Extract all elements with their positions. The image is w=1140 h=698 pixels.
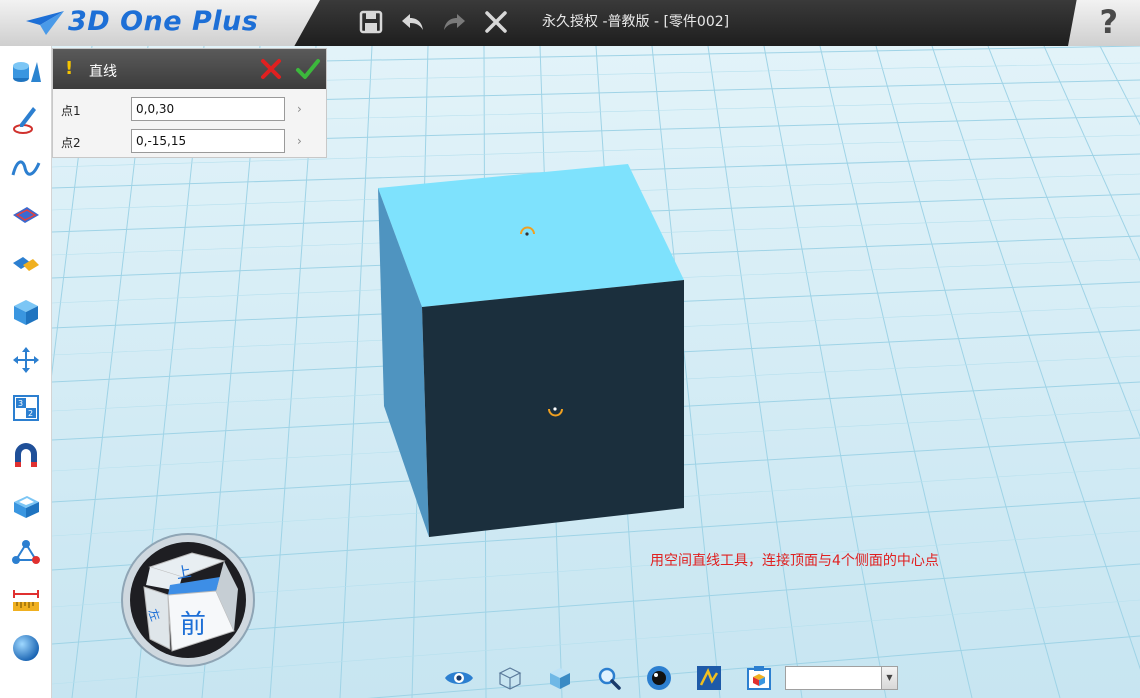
help-area: ? [1068,0,1140,46]
pattern-button[interactable] [8,534,44,570]
zoom-button[interactable] [594,664,624,692]
shell-button[interactable] [8,488,44,524]
svg-text:2: 2 [28,409,33,418]
cancel-button[interactable] [259,57,283,81]
special-function-icon [14,300,38,325]
warning-icon: ! [65,58,74,79]
command-title: 直线 [89,64,117,80]
move-icon [13,347,39,373]
material-button[interactable] [8,630,44,666]
point1-expand-arrow[interactable]: › [297,102,302,116]
sketch-edit-icon [13,207,39,223]
document-title: 永久授权 -普教版 - [零件002] [542,14,730,30]
wireframe-cube-icon [498,667,522,690]
paper-plane-logo-icon [26,11,64,35]
sketch-mode-icon [697,666,721,690]
measure-button[interactable] [8,582,44,618]
command-panel-header: ! 直线 [53,49,326,89]
wireframe-view-button[interactable] [495,664,525,692]
point1-label: 点1 [61,104,81,118]
cancel-x-icon [261,59,281,79]
move-button[interactable] [8,342,44,378]
point2-expand-arrow[interactable]: › [297,134,302,148]
pattern-icon [12,540,40,564]
point2-input[interactable] [131,129,285,153]
left-toolbar: 3 2 [0,46,52,698]
point1-input[interactable] [131,97,285,121]
curve-button[interactable] [8,150,44,186]
line-command-panel: ! 直线 点1 › 点2 › [52,48,327,158]
feature-modify-button[interactable] [8,244,44,280]
display-mode-select[interactable]: ▼ [785,666,898,690]
render-icon [647,666,671,690]
shaded-cube-icon [550,668,570,689]
basic-shapes-button[interactable] [8,54,44,90]
snapshot-button[interactable] [744,664,774,692]
undo-button[interactable] [397,6,429,38]
view-visibility-button[interactable] [444,664,474,692]
close-icon [485,11,507,33]
save-button[interactable] [355,6,387,38]
snapshot-icon [747,666,771,690]
material-sphere-icon [13,635,39,661]
instruction-annotation: 用空间直线工具，连接顶面与4个侧面的中心点 [650,553,939,569]
sketch-mode-button[interactable] [694,664,724,692]
sketch-edit-button[interactable] [8,196,44,232]
redo-button[interactable] [438,6,470,38]
save-icon [359,10,383,34]
view-cube[interactable]: 上 前 左 [116,533,262,667]
combine-button[interactable]: 3 2 [8,390,44,426]
combine-icon: 3 2 [13,395,39,421]
curve-icon [11,160,41,176]
cube-front-face[interactable] [422,280,684,537]
check-icon [296,59,320,79]
point2-label: 点2 [61,136,81,150]
redo-icon [444,14,465,30]
sketch-pen-icon [13,107,36,134]
render-button[interactable] [644,664,674,692]
magnet-icon [15,443,37,467]
viewcube-front-label[interactable]: 前 [180,610,206,640]
eye-icon [445,672,473,684]
undo-icon [402,14,423,30]
logo-area: 3D One Plus [0,0,320,46]
app-logo-text: 3D One Plus [68,6,259,37]
magnet-button[interactable] [8,438,44,474]
confirm-button[interactable] [295,57,321,81]
special-function-button[interactable] [8,294,44,330]
basic-shapes-icon [13,62,41,82]
shaded-view-button[interactable] [545,664,575,692]
zoom-icon [598,667,621,690]
measure-icon [13,590,39,611]
feature-modify-icon [13,257,39,271]
chevron-down-icon[interactable]: ▼ [881,667,897,689]
svg-text:3: 3 [18,399,23,408]
viewcube-top-label[interactable]: 上 [175,562,193,582]
help-button[interactable]: ? [1099,3,1118,41]
close-document-button[interactable] [480,6,512,38]
title-bar: 3D One Plus 永久授权 -普教版 - [零件002] ? [0,0,1140,46]
sketch-button[interactable] [8,102,44,138]
shell-icon [14,496,39,518]
